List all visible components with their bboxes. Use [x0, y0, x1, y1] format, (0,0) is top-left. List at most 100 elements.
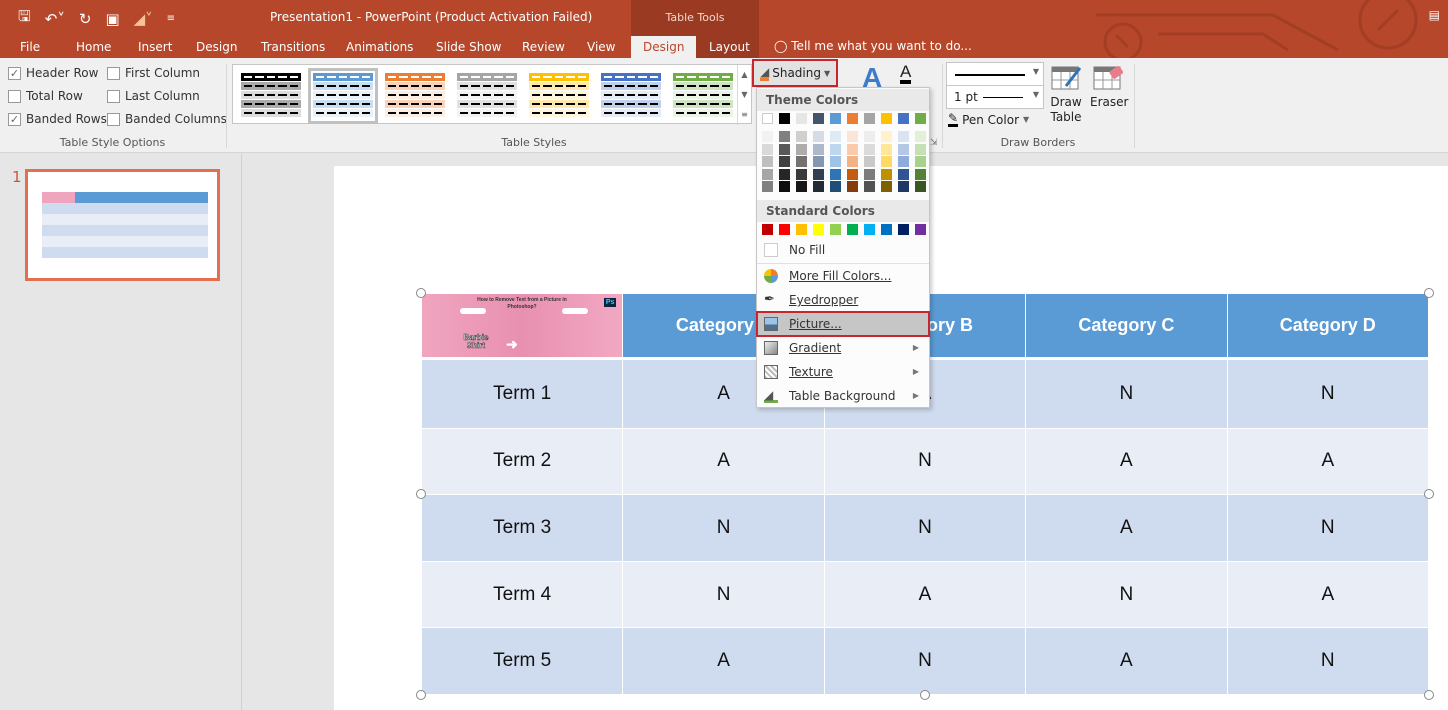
theme-shade-swatch[interactable] [830, 181, 841, 192]
tab-design[interactable]: Design [196, 36, 237, 58]
last-column-checkbox[interactable]: Last Column [107, 89, 200, 103]
tab-insert[interactable]: Insert [138, 36, 172, 58]
theme-shade-swatch[interactable] [864, 168, 875, 180]
present-icon[interactable]: ▣ [105, 10, 119, 28]
theme-color-swatch[interactable] [847, 113, 858, 124]
theme-shade-swatch[interactable] [762, 181, 773, 192]
tab-table-layout[interactable]: Layout [709, 36, 750, 58]
theme-shade-swatch[interactable] [813, 181, 824, 192]
font-color-icon[interactable]: A [900, 63, 912, 84]
theme-shade-swatch[interactable] [796, 181, 807, 192]
theme-shade-swatch[interactable] [915, 143, 926, 155]
value-cell[interactable]: N [823, 494, 1027, 562]
theme-shade-swatch[interactable] [881, 156, 892, 167]
resize-handle[interactable] [1424, 489, 1434, 499]
theme-shade-swatch[interactable] [796, 131, 807, 142]
value-cell[interactable]: N [1226, 627, 1430, 695]
theme-shade-swatch[interactable] [881, 131, 892, 142]
banded-columns-checkbox[interactable]: Banded Columns [107, 112, 227, 126]
tab-animations[interactable]: Animations [346, 36, 413, 58]
standard-color-swatch[interactable] [847, 224, 858, 235]
theme-shade-swatch[interactable] [762, 156, 773, 167]
tab-view[interactable]: View [587, 36, 615, 58]
slide-thumbnail-1[interactable] [25, 169, 220, 281]
tab-file[interactable]: File [20, 36, 40, 58]
value-cell[interactable]: N [1025, 358, 1228, 429]
resize-handle[interactable] [920, 690, 930, 700]
dialog-launcher-icon[interactable]: ⇲ [930, 138, 938, 148]
term-cell[interactable]: Term 2 [420, 427, 624, 496]
draw-table-button[interactable]: Draw Table [1047, 64, 1085, 125]
theme-shade-swatch[interactable] [762, 143, 773, 155]
tell-me-search[interactable]: ◯ Tell me what you want to do... [774, 39, 972, 53]
theme-shade-swatch[interactable] [813, 143, 824, 155]
standard-color-swatch[interactable] [898, 224, 909, 235]
table-background-item[interactable]: ◢ Table Background ▶ [757, 384, 929, 408]
theme-shade-swatch[interactable] [830, 131, 841, 142]
theme-color-swatch[interactable] [762, 113, 773, 124]
table-style-thumbnail[interactable] [673, 73, 733, 119]
picture-item[interactable]: Picture... [756, 311, 930, 337]
tab-review[interactable]: Review [522, 36, 565, 58]
gallery-scroll-down[interactable]: ▼ [737, 85, 751, 105]
theme-shade-swatch[interactable] [813, 156, 824, 167]
table-style-thumbnail[interactable] [601, 73, 661, 119]
table-style-thumbnail[interactable] [308, 68, 378, 124]
eyedropper-item[interactable]: ✒ Eyedropper [757, 288, 929, 312]
theme-shade-swatch[interactable] [779, 131, 790, 142]
theme-shade-swatch[interactable] [864, 143, 875, 155]
tab-table-design[interactable]: Design [631, 36, 697, 58]
undo-icon[interactable]: ↶˅ [45, 10, 65, 28]
header-cell[interactable]: Category C [1025, 293, 1228, 360]
theme-shade-swatch[interactable] [864, 156, 875, 167]
tab-slide-show[interactable]: Slide Show [436, 36, 501, 58]
value-cell[interactable]: A [1025, 627, 1228, 695]
theme-shade-swatch[interactable] [847, 131, 858, 142]
tab-home[interactable]: Home [76, 36, 111, 58]
customize-icon[interactable]: ≡ [167, 13, 175, 24]
theme-shade-swatch[interactable] [813, 131, 824, 142]
value-cell[interactable]: A [622, 627, 825, 695]
resize-handle[interactable] [416, 288, 426, 298]
value-cell[interactable]: N [1226, 494, 1430, 562]
theme-shade-swatch[interactable] [830, 156, 841, 167]
resize-handle[interactable] [416, 690, 426, 700]
save-icon[interactable]: 🖫 [18, 6, 31, 31]
table-style-thumbnail[interactable] [457, 73, 517, 119]
resize-handle[interactable] [1424, 690, 1434, 700]
standard-color-swatch[interactable] [813, 224, 824, 235]
redo-icon[interactable]: ↻ [79, 10, 92, 28]
theme-color-swatch[interactable] [813, 113, 824, 124]
theme-shade-swatch[interactable] [779, 168, 790, 180]
theme-shade-swatch[interactable] [796, 143, 807, 155]
theme-shade-swatch[interactable] [779, 156, 790, 167]
theme-shade-swatch[interactable] [762, 131, 773, 142]
standard-color-swatch[interactable] [796, 224, 807, 235]
term-cell[interactable]: Term 1 [420, 358, 624, 429]
no-fill-item[interactable]: No Fill [757, 238, 929, 262]
theme-shade-swatch[interactable] [847, 181, 858, 192]
pen-color-button[interactable]: ✎ Pen Color ▼ [948, 112, 1029, 127]
table-style-thumbnail[interactable] [241, 73, 301, 119]
pen-weight-dropdown[interactable]: 1 pt ▼ [946, 85, 1044, 109]
gallery-scroll-up[interactable]: ▲ [737, 65, 751, 85]
value-cell[interactable]: N [1025, 560, 1228, 629]
theme-shade-swatch[interactable] [813, 168, 824, 180]
theme-shade-swatch[interactable] [779, 181, 790, 192]
theme-shade-swatch[interactable] [915, 131, 926, 142]
paint-bucket-icon[interactable]: ◢˅ [134, 10, 153, 28]
theme-color-swatch[interactable] [915, 113, 926, 124]
header-row-checkbox[interactable]: ✓ Header Row [8, 66, 98, 80]
standard-color-swatch[interactable] [864, 224, 875, 235]
more-fill-colors-item[interactable]: More Fill Colors... [757, 264, 929, 288]
theme-color-swatch[interactable] [864, 113, 875, 124]
theme-shade-swatch[interactable] [898, 156, 909, 167]
value-cell[interactable]: N [823, 427, 1027, 496]
theme-shade-swatch[interactable] [762, 168, 773, 180]
theme-shade-swatch[interactable] [898, 143, 909, 155]
table-style-thumbnail[interactable] [385, 73, 445, 119]
term-cell[interactable]: Term 5 [420, 627, 624, 695]
theme-shade-swatch[interactable] [898, 168, 909, 180]
value-cell[interactable]: A [622, 427, 825, 496]
first-column-checkbox[interactable]: First Column [107, 66, 200, 80]
